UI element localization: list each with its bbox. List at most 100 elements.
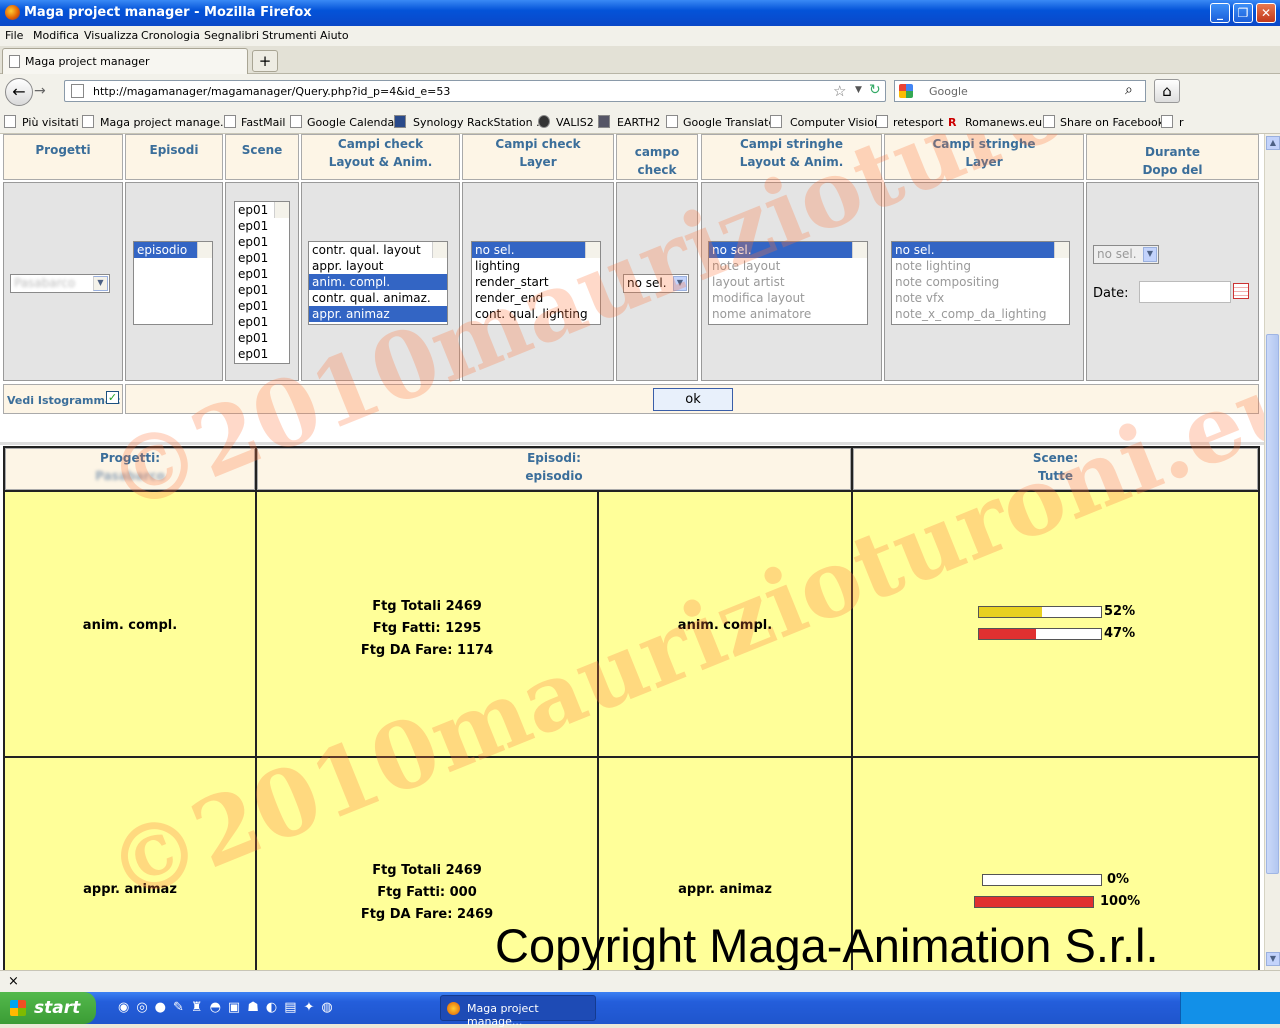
close-findbar-icon[interactable]: × [8, 974, 19, 989]
header-line: Durante [1145, 145, 1200, 159]
bookmark-star-icon[interactable]: ☆ [833, 82, 846, 100]
list-item[interactable]: nome animatore [709, 306, 867, 322]
list-item[interactable]: render_end [472, 290, 600, 306]
new-tab-button[interactable]: + [252, 50, 278, 72]
list-item[interactable]: ep01 [235, 330, 289, 346]
tab-maga-project-manager[interactable]: Maga project manager [2, 48, 248, 74]
list-item[interactable]: render_start [472, 274, 600, 290]
list-item[interactable]: note lighting [892, 258, 1069, 274]
durante-select[interactable]: no sel. ▼ [1093, 245, 1159, 264]
bookmark-item[interactable]: Romanews.eu [965, 116, 1042, 129]
date-input[interactable] [1139, 281, 1231, 303]
list-item[interactable]: modifica layout [709, 290, 867, 306]
page-icon [9, 55, 20, 68]
bookmark-item[interactable]: Più visitati [22, 116, 79, 129]
list-item[interactable]: note_x_comp_da_lighting [892, 306, 1069, 322]
home-button[interactable]: ⌂ [1154, 79, 1180, 103]
progress-bar-fatti [982, 874, 1102, 886]
menu-segnalibri[interactable]: Segnalibri [204, 29, 259, 42]
menu-visualizza[interactable]: Visualizza [84, 29, 138, 42]
list-item[interactable]: ep01 [235, 314, 289, 330]
forward-button[interactable]: → [34, 83, 54, 101]
bookmark-item[interactable]: Computer Vision [790, 116, 881, 129]
menu-cronologia[interactable]: Cronologia [141, 29, 200, 42]
bookmark-item[interactable]: retesport [893, 116, 943, 129]
list-item[interactable]: anim. compl. [309, 274, 447, 290]
page-scrollbar[interactable]: ▲ ▼ [1264, 134, 1280, 970]
list-item[interactable]: ep01 [235, 250, 289, 266]
menu-modifica[interactable]: Modifica [33, 29, 79, 42]
back-button[interactable]: ← [5, 78, 33, 106]
list-item[interactable]: ep01 [235, 282, 289, 298]
bookmark-item[interactable]: Maga project manage... [100, 116, 231, 129]
list-scrollbar[interactable] [274, 202, 289, 218]
list-scrollbar[interactable] [1054, 242, 1069, 258]
scroll-down-icon[interactable]: ▼ [1266, 952, 1280, 966]
bookmark-item[interactable]: Synology RackStation ... [413, 116, 547, 129]
scroll-thumb[interactable] [1266, 334, 1279, 874]
cc-layout-list[interactable]: contr. qual. layout appr. layout anim. c… [308, 241, 448, 325]
campo-check-select[interactable]: no sel. ▼ [623, 274, 689, 293]
list-item[interactable]: contr. qual. animaz. [309, 290, 447, 306]
scene-list[interactable]: ep01 ep01 ep01 ep01 ep01 ep01 ep01 ep01 … [234, 201, 290, 364]
minimize-button[interactable]: _ [1210, 3, 1230, 23]
maximize-button[interactable]: ❐ [1233, 3, 1253, 23]
start-button[interactable]: start [0, 992, 96, 1024]
cs-layer-list[interactable]: no sel. note lighting note compositing n… [891, 241, 1070, 325]
vedi-istogramma-checkbox[interactable]: ✓ [106, 391, 119, 404]
bookmark-item[interactable]: r [1179, 116, 1184, 129]
close-button[interactable]: ✕ [1256, 3, 1276, 23]
calendar-icon[interactable] [1233, 283, 1249, 299]
cs-layout-list[interactable]: no sel. note layout layout artist modifi… [708, 241, 868, 325]
reload-icon[interactable]: ↻ [869, 82, 881, 98]
vedi-istogramma-label: Vedi Istogramma : [7, 394, 121, 407]
header-durante: Durante Dopo del [1086, 134, 1259, 180]
list-item[interactable]: lighting [472, 258, 600, 274]
menu-strumenti[interactable]: Strumenti [262, 29, 317, 42]
list-item[interactable]: cont. qual. lighting [472, 306, 600, 322]
search-input[interactable]: Google ⌕ [894, 80, 1146, 102]
url-bar[interactable]: http://magamanager/magamanager/Query.php… [64, 80, 886, 102]
quick-launch-icons[interactable]: ◉◎●✎♜◓▣☗◐▤✦◍ [118, 1000, 418, 1016]
episodi-list[interactable]: episodio [133, 241, 213, 325]
bookmark-item[interactable]: Share on Facebook [1060, 116, 1164, 129]
taskbar-item-firefox[interactable]: Maga project manage... [440, 995, 596, 1028]
list-scrollbar[interactable] [197, 242, 212, 258]
list-item[interactable]: note vfx [892, 290, 1069, 306]
list-item[interactable]: note layout [709, 258, 867, 274]
list-item[interactable]: appr. layout [309, 258, 447, 274]
header-line: Episodi: [527, 451, 581, 465]
bookmark-item[interactable]: Google Translate [683, 116, 775, 129]
list-item[interactable]: note compositing [892, 274, 1069, 290]
list-item[interactable]: ep01 [235, 234, 289, 250]
list-item[interactable]: appr. animaz [309, 306, 447, 322]
progetti-select[interactable]: Pasabarco ▼ [10, 274, 110, 293]
list-item[interactable]: ep01 [235, 266, 289, 282]
bookmark-item[interactable]: EARTH2 [617, 116, 660, 129]
valis-icon [538, 115, 550, 128]
ok-button[interactable]: ok [653, 388, 733, 411]
search-icon[interactable]: ⌕ [1125, 82, 1133, 98]
bookmark-item[interactable]: Google Calendar [307, 116, 399, 129]
header-campi-check-layout: Campi check Layout & Anim. [301, 134, 460, 180]
dropdown-arrow-icon[interactable]: ▼ [855, 85, 862, 95]
firefox-icon [5, 5, 20, 20]
list-item[interactable]: ep01 [235, 298, 289, 314]
menu-aiuto[interactable]: Aiuto [320, 29, 349, 42]
list-scrollbar[interactable] [585, 242, 600, 258]
cc-layer-list[interactable]: no sel. lighting render_start render_end… [471, 241, 601, 325]
list-item[interactable]: ep01 [235, 346, 289, 362]
list-item[interactable]: contr. qual. layout [309, 242, 447, 258]
list-scrollbar[interactable] [432, 242, 447, 258]
list-item[interactable]: layout artist [709, 274, 867, 290]
bookmark-item[interactable]: VALIS2 [556, 116, 594, 129]
menu-file[interactable]: File [5, 29, 23, 42]
bookmark-item[interactable]: FastMail [241, 116, 285, 129]
list-item[interactable]: no sel. [472, 242, 600, 258]
list-item[interactable]: no sel. [709, 242, 867, 258]
header-line: Campi check [495, 137, 581, 151]
scroll-up-icon[interactable]: ▲ [1266, 136, 1280, 150]
list-item[interactable]: no sel. [892, 242, 1069, 258]
list-scrollbar[interactable] [852, 242, 867, 258]
list-item[interactable]: ep01 [235, 218, 289, 234]
